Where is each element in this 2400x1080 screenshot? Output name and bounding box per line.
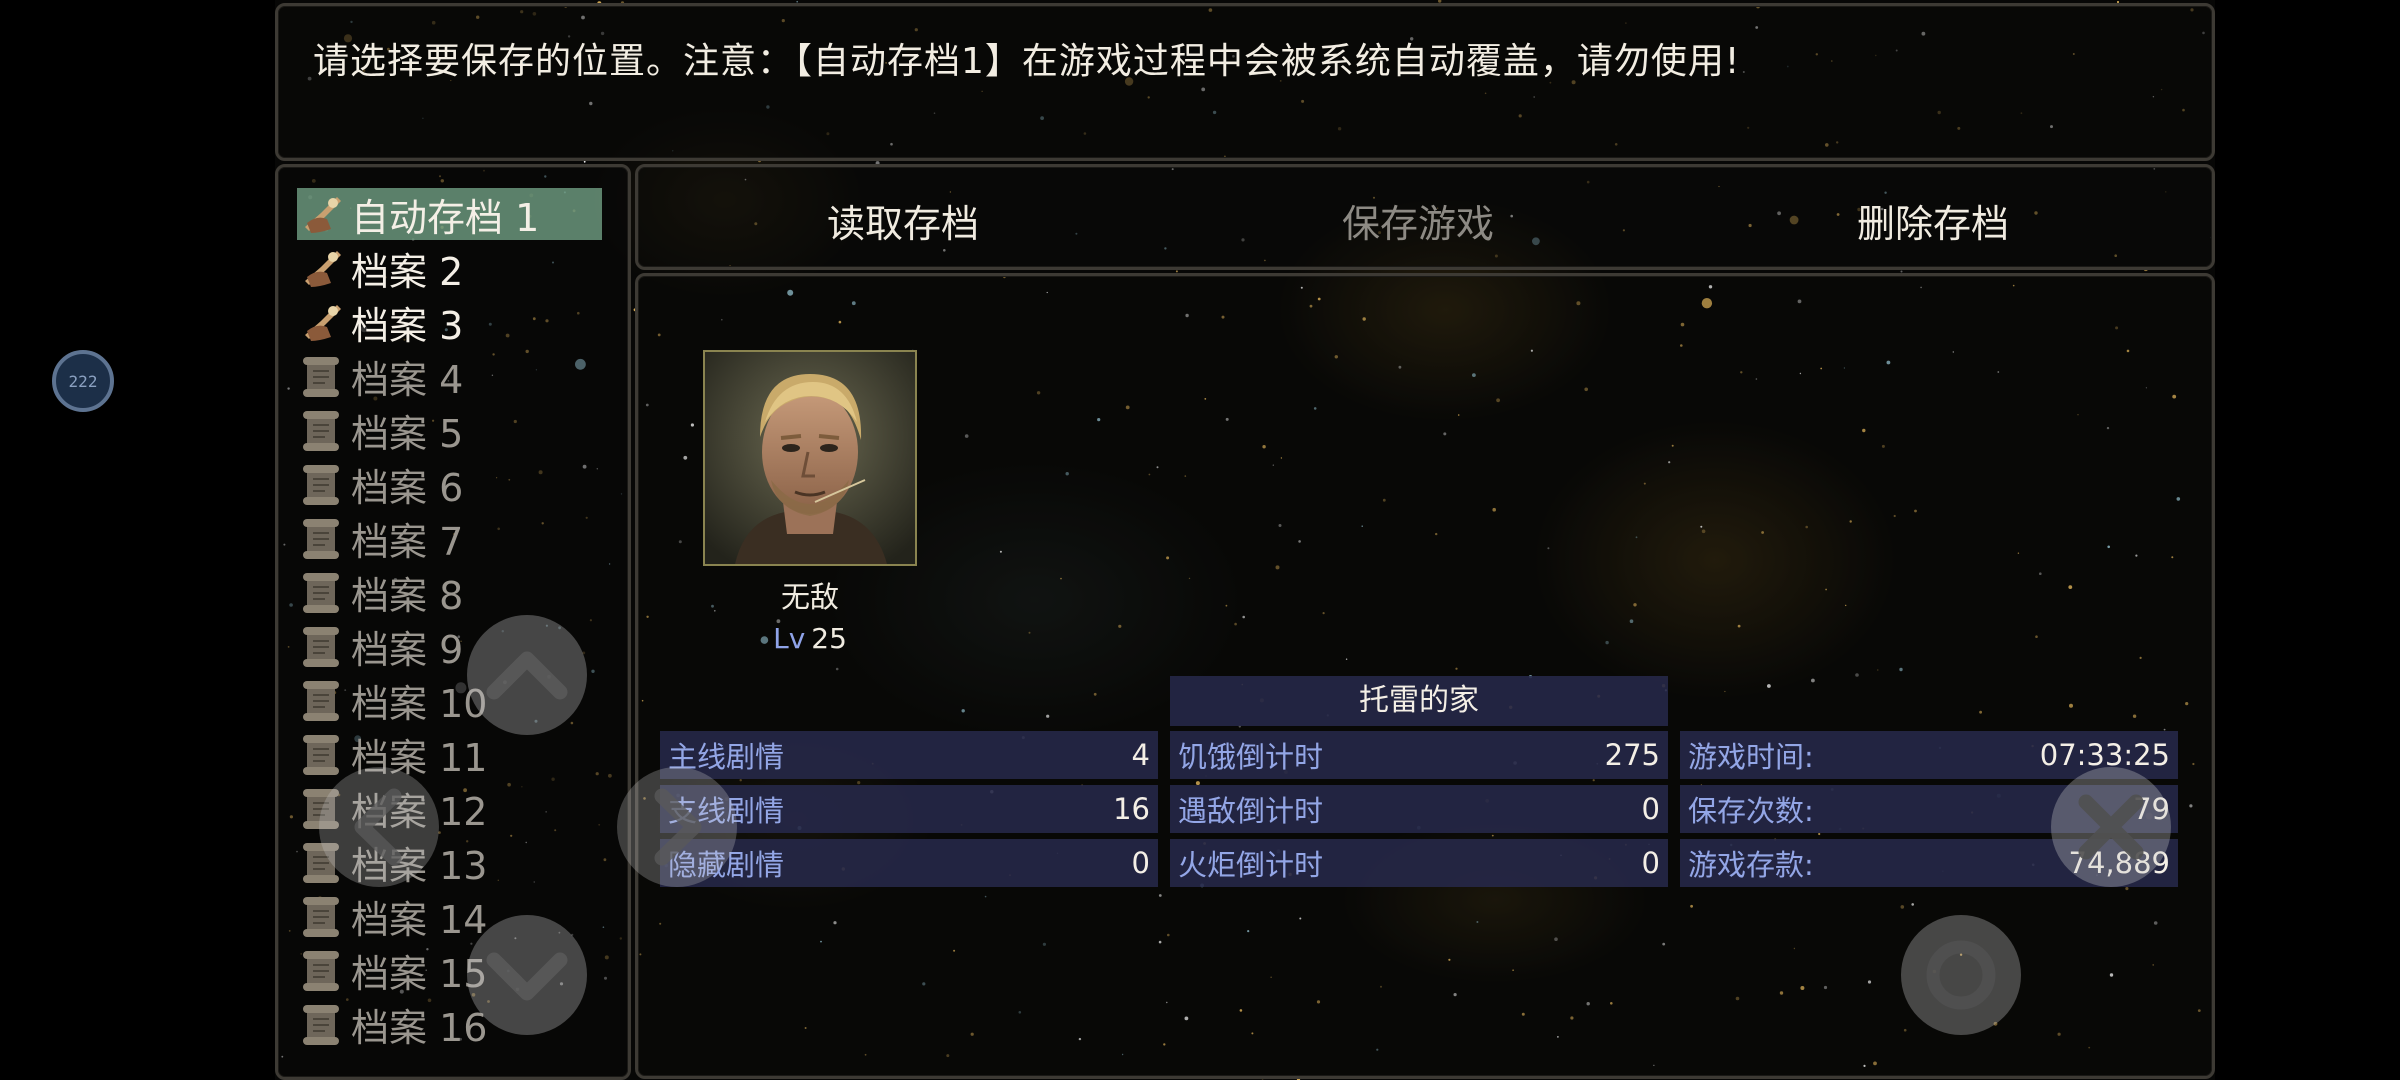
notice-text: 请选择要保存的位置。注意：【自动存档1】在游戏过程中会被系统自动覆盖，请勿使用! (313, 41, 1741, 82)
save-slot-item[interactable]: 档案 6 (297, 458, 602, 510)
save-slot-label: 档案 4 (351, 357, 464, 402)
character-name: 无敌 (780, 580, 839, 614)
tab-save-game[interactable]: 保存游戏 (1268, 193, 1568, 248)
stat-label: 火炬倒计时 (1178, 848, 1324, 882)
stat-value: 0 (1131, 846, 1150, 880)
empty-scroll-icon (297, 513, 351, 563)
stat-label: 游戏时间: (1688, 740, 1814, 774)
empty-scroll-icon (297, 675, 351, 725)
stat-value: 0 (1641, 792, 1660, 826)
stat-label: 饥饿倒计时 (1178, 740, 1324, 774)
stat-value: 0 (1641, 846, 1660, 880)
notice-panel: 请选择要保存的位置。注意：【自动存档1】在游戏过程中会被系统自动覆盖，请勿使用! (275, 3, 2215, 161)
save-slot-item[interactable]: 档案 8 (297, 566, 602, 618)
save-slot-label: 档案 6 (351, 465, 464, 510)
empty-scroll-icon (297, 999, 351, 1049)
empty-scroll-icon (297, 459, 351, 509)
save-slot-item[interactable]: 自动存档 1 (297, 188, 602, 240)
save-slot-label: 档案 9 (351, 627, 464, 672)
stat-label: 保存次数: (1688, 794, 1814, 828)
tab-load-save[interactable]: 读取存档 (753, 193, 1053, 248)
stat-torch: 火炬倒计时 0 (1170, 839, 1668, 887)
save-slot-label: 档案 3 (351, 303, 464, 348)
character-level: Lv 25 (703, 622, 917, 655)
stat-encounter: 遇敌倒计时 0 (1170, 785, 1668, 833)
save-slot-label: 自动存档 1 (351, 195, 540, 240)
stat-value: 16 (1113, 792, 1150, 826)
character-portrait (703, 350, 917, 566)
dpad-down-button[interactable] (466, 914, 588, 1036)
tab-delete-save[interactable]: 删除存档 (1783, 193, 2083, 248)
level-prefix: Lv (773, 622, 806, 655)
stat-label: 游戏存款: (1688, 848, 1814, 882)
save-slot-label: 档案 7 (351, 519, 464, 564)
save-slot-label: 档案 8 (351, 573, 464, 618)
stat-value: 275 (1604, 738, 1660, 772)
save-slot-item[interactable]: 档案 7 (297, 512, 602, 564)
save-quill-icon (297, 297, 351, 347)
dpad-left-button[interactable] (318, 766, 440, 888)
empty-scroll-icon (297, 945, 351, 995)
level-value: 25 (811, 622, 847, 655)
confirm-button[interactable] (1900, 914, 2022, 1036)
dpad-up-button[interactable] (466, 614, 588, 736)
save-location: 托雷的家 (1170, 676, 1668, 726)
save-slot-label: 档案 2 (351, 249, 464, 294)
save-slot-item[interactable]: 档案 4 (297, 350, 602, 402)
floating-assist-badge[interactable]: 222 (52, 350, 114, 412)
empty-scroll-icon (297, 351, 351, 401)
save-slot-label: 档案 5 (351, 411, 464, 456)
stat-hunger: 饥饿倒计时 275 (1170, 731, 1668, 779)
empty-scroll-icon (297, 621, 351, 671)
empty-scroll-icon (297, 405, 351, 455)
save-quill-icon (297, 243, 351, 293)
empty-scroll-icon (297, 891, 351, 941)
empty-scroll-icon (297, 567, 351, 617)
cancel-button[interactable] (2050, 766, 2172, 888)
dpad-right-button[interactable] (616, 766, 738, 888)
save-slot-item[interactable]: 档案 5 (297, 404, 602, 456)
stat-label: 遇敌倒计时 (1178, 794, 1324, 828)
save-slot-item[interactable]: 档案 2 (297, 242, 602, 294)
save-quill-icon (297, 189, 351, 239)
stat-value: 4 (1131, 738, 1150, 772)
action-tabs: 读取存档 保存游戏 删除存档 (635, 164, 2215, 270)
save-slot-item[interactable]: 档案 3 (297, 296, 602, 348)
